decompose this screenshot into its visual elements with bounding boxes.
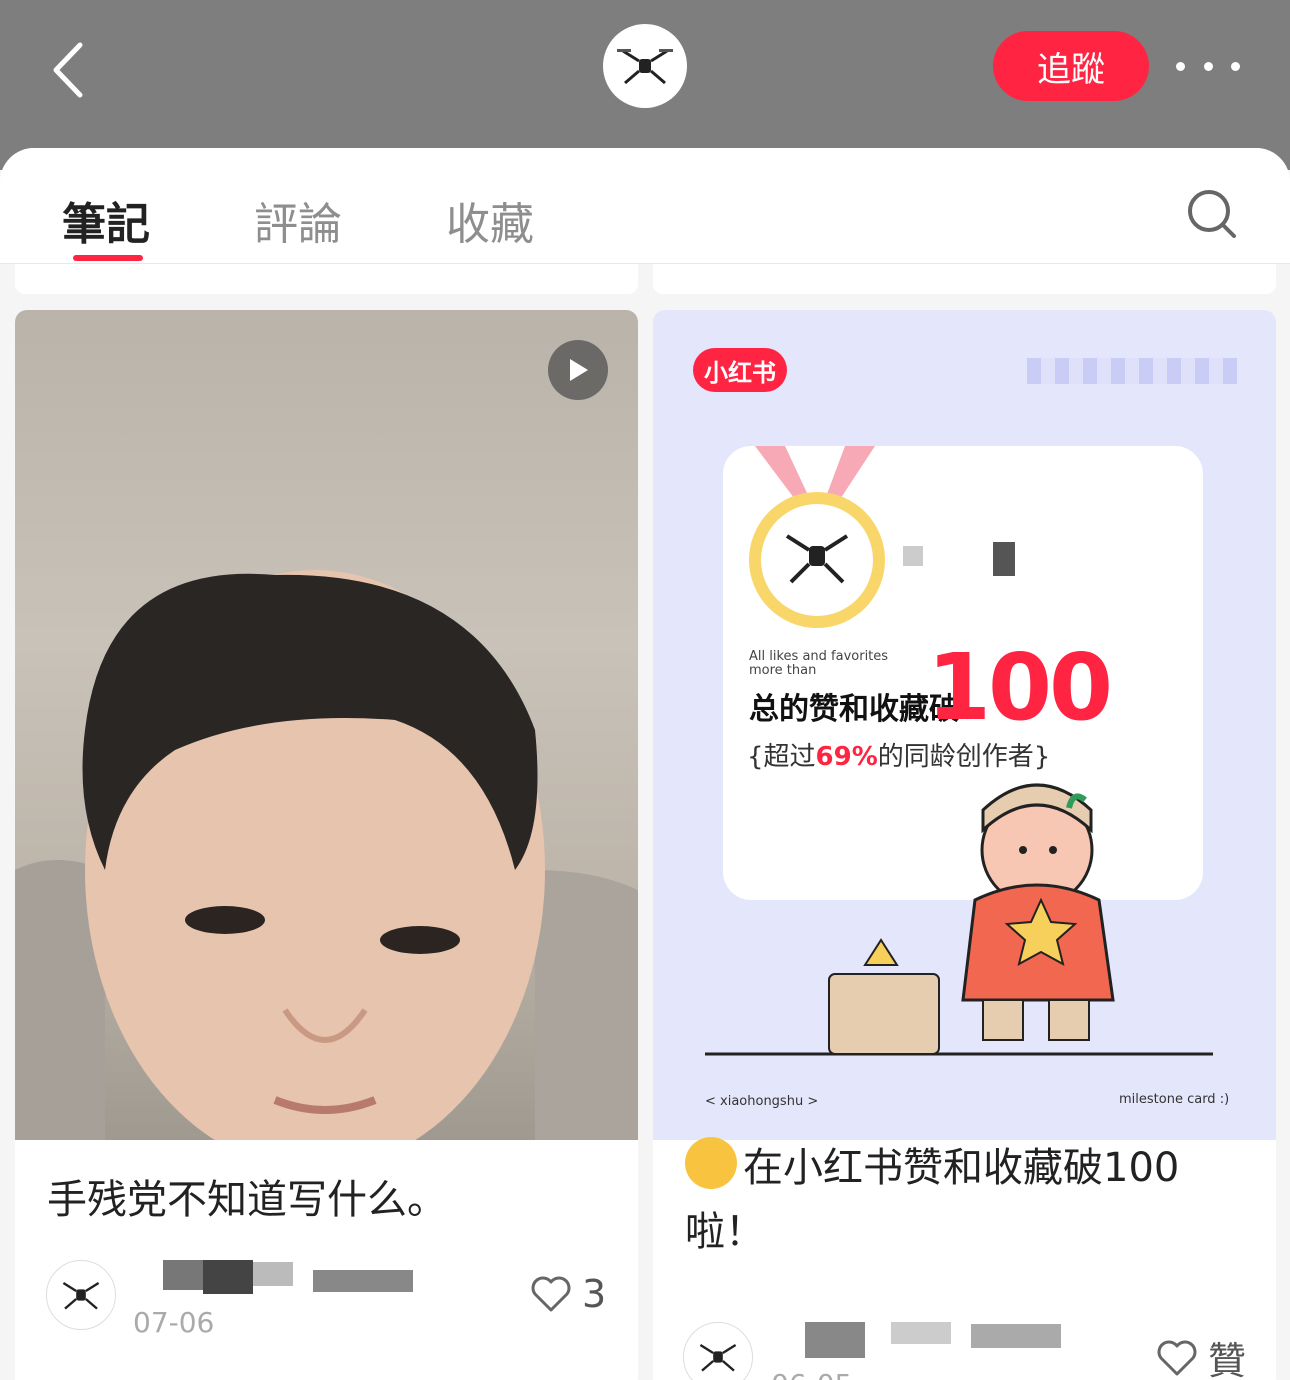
previous-card-bottom bbox=[653, 264, 1276, 294]
milestone-number: 100 bbox=[927, 634, 1113, 741]
tab-comments[interactable]: 評論 bbox=[254, 188, 342, 252]
note-cover-photo[interactable] bbox=[15, 310, 638, 1140]
boy-photo bbox=[15, 570, 638, 1140]
heart-icon bbox=[1157, 1340, 1197, 1375]
note-date: 06-05 bbox=[771, 1368, 852, 1380]
author-name-redacted[interactable] bbox=[771, 1320, 1071, 1360]
content-panel: 筆記 評論 收藏 手残党不知道写什么。 07-06 3 小红书 All like… bbox=[0, 148, 1290, 1380]
milestone-subtitle-en: All likes and favorites more than bbox=[749, 649, 889, 678]
profile-avatar[interactable] bbox=[603, 24, 687, 108]
play-icon[interactable] bbox=[548, 340, 608, 400]
note-title[interactable]: 手残党不知道写什么。 bbox=[47, 1168, 617, 1232]
like-button[interactable]: 贊 bbox=[1156, 1330, 1246, 1380]
milestone-footer-left: < xiaohongshu > bbox=[705, 1094, 819, 1109]
milestone-footer-right: milestone card :) bbox=[1119, 1092, 1230, 1107]
note-cover-milestone[interactable]: 小红书 All likes and favorites more than 总的… bbox=[653, 310, 1276, 1140]
follow-button[interactable]: 追蹤 bbox=[993, 31, 1149, 101]
active-tab-indicator bbox=[73, 255, 143, 261]
note-date: 07-06 bbox=[133, 1306, 215, 1339]
author-avatar[interactable] bbox=[683, 1322, 753, 1380]
more-dots-icon[interactable] bbox=[1176, 50, 1240, 82]
tab-notes[interactable]: 筆記 bbox=[62, 188, 150, 252]
author-name-redacted[interactable] bbox=[133, 1256, 433, 1296]
tab-collections[interactable]: 收藏 bbox=[446, 188, 534, 252]
milestone-percent: {超过69%的同龄创作者} bbox=[747, 742, 1051, 772]
note-card[interactable]: 手残党不知道写什么。 07-06 3 bbox=[15, 310, 638, 1380]
search-icon[interactable] bbox=[1186, 188, 1238, 240]
note-card[interactable]: 小红书 All likes and favorites more than 总的… bbox=[653, 310, 1276, 1380]
top-bar: 追蹤 bbox=[0, 0, 1290, 170]
tab-bar: 筆記 評論 收藏 bbox=[0, 148, 1290, 264]
like-count: 3 bbox=[582, 1272, 607, 1316]
previous-card-bottom bbox=[15, 264, 638, 294]
author-avatar[interactable] bbox=[46, 1260, 116, 1330]
heart-icon bbox=[531, 1276, 571, 1312]
like-button[interactable]: 3 bbox=[530, 1272, 606, 1316]
drone-icon bbox=[617, 49, 673, 85]
like-count: 贊 bbox=[1208, 1339, 1247, 1380]
chevron-left-icon[interactable] bbox=[48, 40, 88, 100]
party-face-emoji-icon bbox=[685, 1137, 737, 1189]
note-title[interactable]: 在小红书赞和收藏破100啦！ bbox=[685, 1136, 1225, 1264]
